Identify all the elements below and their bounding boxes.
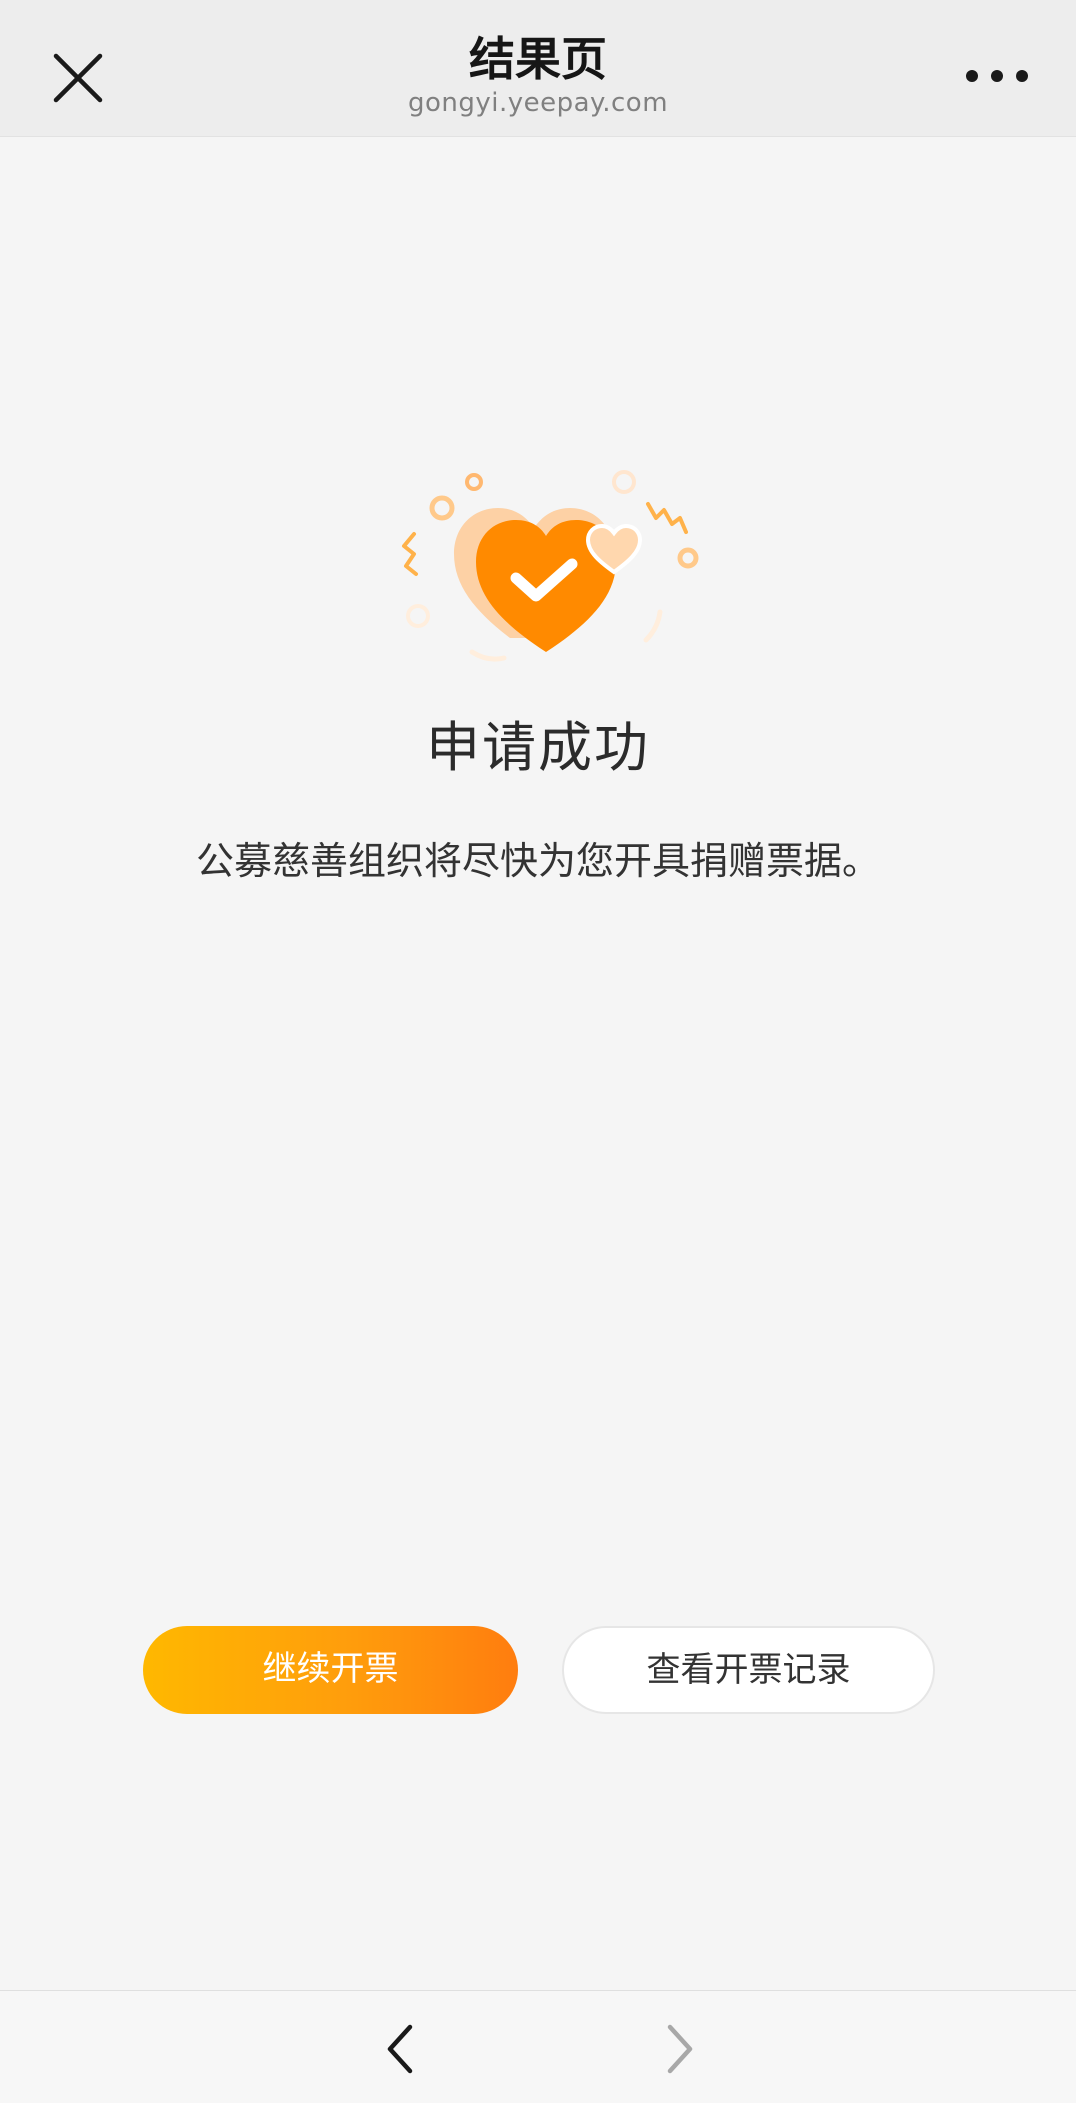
heart-check-icon bbox=[402, 470, 699, 662]
success-illustration bbox=[380, 462, 700, 672]
more-icon bbox=[966, 70, 1028, 82]
view-invoice-records-button[interactable]: 查看开票记录 bbox=[562, 1626, 935, 1714]
page-domain: gongyi.yeepay.com bbox=[407, 88, 669, 118]
more-button[interactable] bbox=[962, 58, 1032, 94]
continue-invoice-button[interactable]: 继续开票 bbox=[143, 1626, 518, 1714]
back-button[interactable] bbox=[380, 2021, 420, 2077]
title-bar: 结果页 gongyi.yeepay.com bbox=[0, 0, 1076, 137]
chevron-left-icon bbox=[387, 2024, 413, 2074]
bottom-nav-bar bbox=[0, 1990, 1076, 2103]
page-title: 结果页 bbox=[469, 32, 607, 86]
result-description: 公募慈善组织将尽快为您开具捐赠票据。 bbox=[195, 839, 880, 883]
forward-button[interactable] bbox=[660, 2021, 700, 2077]
result-title: 申请成功 bbox=[426, 716, 650, 779]
chevron-right-icon bbox=[667, 2024, 693, 2074]
